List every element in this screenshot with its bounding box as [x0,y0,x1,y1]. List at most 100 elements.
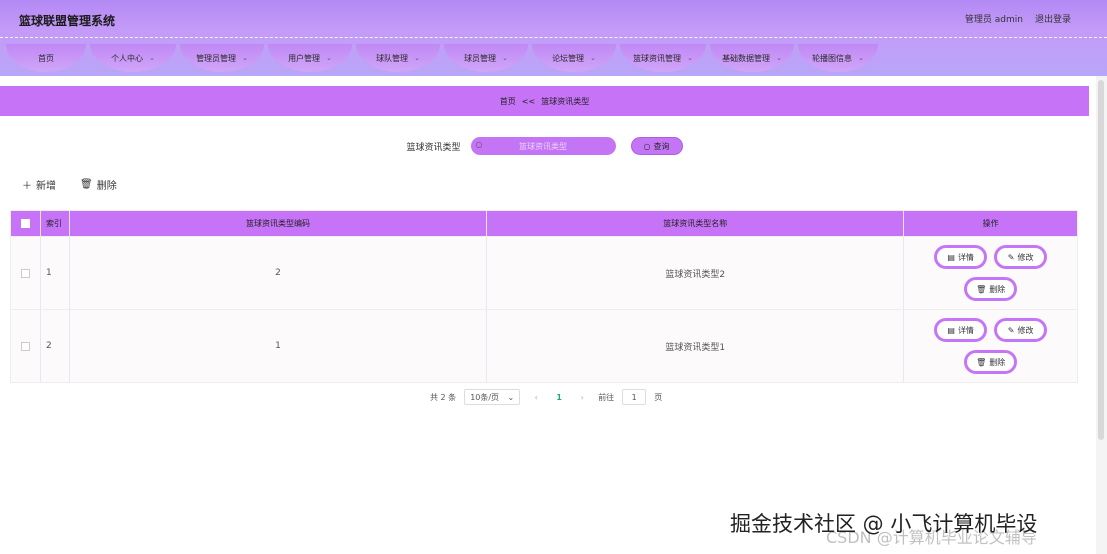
document-icon: ▤ [947,325,955,335]
row-checkbox[interactable] [20,341,30,351]
trash-icon: 🗑 [976,284,987,294]
search-row: 篮球资讯类型 ○ 篮球资讯类型 ○ 查询 [0,137,1089,155]
row-ops-group: ▤ 详情 ✎ 修改 🗑 删除 [934,245,1048,301]
column-header-code: 篮球资讯类型编码 [70,211,488,236]
add-button-label: 新增 [36,181,56,192]
plus-icon: ＋ [22,181,32,192]
table-row: 1 2 篮球资讯类型2 ▤ 详情 ✎ 修改 🗑 删除 [11,236,1077,309]
search-button-label: 查询 [653,141,670,151]
goto-suffix: 页 [654,392,663,402]
column-header-name: 篮球资讯类型名称 [487,211,905,236]
breadcrumb: 首页 << 篮球资讯类型 [0,86,1089,116]
app-title: 篮球联盟管理系统 [19,14,116,28]
search-icon: ○ [643,141,651,151]
table-header: 索引 篮球资讯类型编码 篮球资讯类型名称 操作 [11,211,1077,236]
search-input[interactable]: ○ 篮球资讯类型 [470,137,616,155]
nav-item-5[interactable]: 球员管理 ⌄ [444,44,528,72]
column-header-index: 索引 [41,211,70,236]
nav-item-label: 个人中心 [111,53,144,63]
column-header-ops: 操作 [982,219,999,228]
edit-button[interactable]: ✎ 修改 [994,245,1048,269]
row-ops-group: ▤ 详情 ✎ 修改 🗑 删除 [934,318,1048,374]
pagination: 共 2 条 10条/页 ⌄ ‹ 1 › 前往 1 页 [430,389,662,405]
nav-item-label: 基础数据管理 [722,53,771,63]
current-page[interactable]: 1 [552,393,566,402]
chevron-down-icon: ⌄ [590,54,596,62]
nav-item-label: 球队管理 [376,53,409,63]
nav-item-6[interactable]: 论坛管理 ⌄ [532,44,616,72]
breadcrumb-current: 篮球资讯类型 [541,96,590,106]
row-ops: ▤ 详情 ✎ 修改 🗑 删除 [904,237,1077,309]
chevron-down-icon: ⌄ [687,54,693,62]
document-icon: ▤ [947,252,955,262]
search-label: 篮球资讯类型 [406,142,461,153]
trash-icon: 🗑 [976,357,987,367]
edit-label: 修改 [1017,252,1034,262]
trash-icon: 🗑 [80,179,93,190]
delete-label: 删除 [989,357,1006,367]
chevron-down-icon: ⌄ [149,54,155,62]
chevron-down-icon: ⌄ [507,392,515,402]
logout-link[interactable]: 退出登录 [1035,12,1071,25]
next-page-button[interactable]: › [574,393,590,402]
select-all-cell [11,211,41,236]
goto-input[interactable]: 1 [622,389,647,405]
batch-delete-button[interactable]: 🗑 删除 [80,177,117,192]
nav-item-label: 用户管理 [288,53,321,63]
nav-item-label: 轮播图信息 [812,53,853,63]
page-size-select[interactable]: 10条/页 ⌄ [464,389,521,405]
nav-item-4[interactable]: 球队管理 ⌄ [356,44,440,72]
add-button[interactable]: ＋ 新增 [22,177,56,192]
detail-button[interactable]: ▤ 详情 [934,318,988,342]
delete-button[interactable]: 🗑 删除 [964,277,1018,301]
nav-item-8[interactable]: 基础数据管理 ⌄ [710,44,794,72]
page-size-value: 10条/页 [470,392,500,402]
pager-total: 共 2 条 [430,392,457,402]
search-button[interactable]: ○ 查询 [630,137,683,155]
row-checkbox[interactable] [20,268,30,278]
pencil-icon: ✎ [1007,252,1015,262]
nav-item-2[interactable]: 管理员管理 ⌄ [180,44,264,72]
nav-item-7[interactable]: 篮球资讯管理 ⌄ [620,44,706,72]
nav-item-label: 论坛管理 [552,53,585,63]
table-row: 2 1 篮球资讯类型1 ▤ 详情 ✎ 修改 🗑 删除 [11,309,1077,382]
row-ops: ▤ 详情 ✎ 修改 🗑 删除 [904,310,1077,382]
select-all-checkbox[interactable] [20,219,30,228]
nav-item-3[interactable]: 用户管理 ⌄ [268,44,352,72]
main-nav: 首页 个人中心 ⌄ 管理员管理 ⌄ 用户管理 ⌄ 球队管理 ⌄ 球员管理 ⌄ 论坛管理 ⌄ 篮球资讯管理 ⌄… [6,44,878,72]
row-name: 篮球资讯类型1 [487,310,905,382]
table-body: 1 2 篮球资讯类型2 ▤ 详情 ✎ 修改 🗑 删除 2 1 篮球资讯类型1 ▤ 详情 … [11,236,1077,382]
chevron-down-icon: ⌄ [242,54,248,62]
row-code: 1 [70,310,488,382]
action-bar: ＋ 新增 🗑 删除 [22,177,117,192]
nav-item-label: 首页 [38,53,54,63]
scrollbar-thumb[interactable] [1098,80,1104,440]
nav-item-label: 球员管理 [464,53,497,63]
chevron-down-icon: ⌄ [858,54,864,62]
breadcrumb-home[interactable]: 首页 [500,96,516,107]
nav-item-1[interactable]: 个人中心 ⌄ [90,44,176,72]
row-select-cell [11,310,41,382]
watermark-sub: CSDN @计算机毕业论文辅导 [826,528,1037,547]
row-ops-top: ▤ 详情 ✎ 修改 [934,318,1048,342]
detail-button[interactable]: ▤ 详情 [934,245,988,269]
row-name: 篮球资讯类型2 [487,237,905,309]
search-placeholder: 篮球资讯类型 [519,141,567,151]
row-ops-top: ▤ 详情 ✎ 修改 [934,245,1048,269]
user-label: 管理员 admin [964,15,1023,25]
header-divider [0,37,1107,38]
row-code: 2 [70,237,488,309]
edit-label: 修改 [1017,325,1034,335]
chevron-down-icon: ⌄ [326,54,332,62]
chevron-down-icon: ⌄ [502,54,508,62]
delete-label: 删除 [989,284,1006,294]
nav-item-label: 管理员管理 [196,53,237,63]
search-icon: ○ [475,140,483,149]
delete-button[interactable]: 🗑 删除 [964,350,1018,374]
nav-item-0[interactable]: 首页 [6,44,86,72]
nav-item-9[interactable]: 轮播图信息 ⌄ [798,44,878,72]
prev-page-button[interactable]: ‹ [528,393,544,402]
edit-button[interactable]: ✎ 修改 [994,318,1048,342]
user-area: 管理员 admin 退出登录 [965,12,1071,25]
detail-label: 详情 [957,325,974,335]
